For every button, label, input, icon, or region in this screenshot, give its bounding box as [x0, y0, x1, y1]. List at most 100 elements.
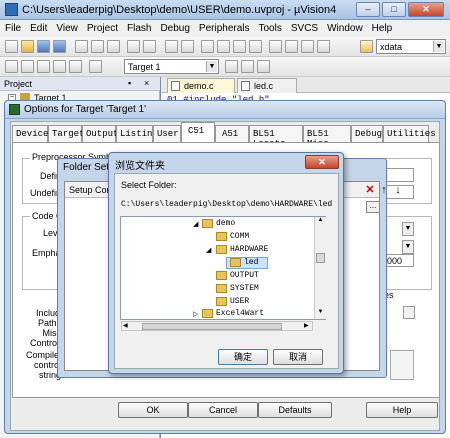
- ellipsis-button[interactable]: ...: [366, 201, 380, 213]
- expand-icon[interactable]: ◢: [206, 246, 211, 254]
- scroll-up-icon[interactable]: ▲: [316, 217, 325, 226]
- tree-item-system[interactable]: SYSTEM: [230, 284, 259, 293]
- translate-icon[interactable]: [5, 60, 18, 73]
- tab-led-c[interactable]: led.c: [237, 78, 297, 93]
- build-icon[interactable]: [21, 60, 34, 73]
- chevron-down-icon[interactable]: ▼: [433, 41, 444, 52]
- bookmark-next-icon[interactable]: [233, 40, 246, 53]
- tab-bl51-locate[interactable]: BL51 Locate: [249, 125, 303, 149]
- chevron-down-icon[interactable]: ▼: [402, 222, 414, 236]
- tree-item-comm[interactable]: COMM: [230, 232, 249, 241]
- browse-cancel-button[interactable]: 取消: [273, 349, 323, 365]
- delete-icon[interactable]: ✕: [364, 184, 376, 196]
- tree-item-user[interactable]: USER: [230, 297, 249, 306]
- target-select[interactable]: Target 1 ▼: [124, 59, 219, 74]
- undo-icon[interactable]: [127, 40, 140, 53]
- menu-flash[interactable]: Flash: [122, 20, 155, 34]
- scroll-down-icon[interactable]: ▼: [316, 309, 325, 318]
- tree-scrollbar[interactable]: ▲ ▼: [314, 217, 326, 319]
- expand-icon[interactable]: ◢: [193, 220, 198, 228]
- manage-components-icon[interactable]: [241, 60, 254, 73]
- navigate-forward-icon[interactable]: [181, 40, 194, 53]
- compiler-control-label: Compiler control string: [26, 350, 63, 380]
- comment-icon[interactable]: [301, 40, 314, 53]
- folder-setup-title: Folder Setu: [63, 162, 115, 173]
- copy-icon[interactable]: [91, 40, 104, 53]
- browse-ok-button[interactable]: 确定: [218, 349, 268, 365]
- tab-c51[interactable]: C51: [181, 122, 215, 142]
- move-up-icon[interactable]: ↑: [378, 184, 390, 196]
- tab-demo-c[interactable]: demo.c: [167, 78, 235, 93]
- tree-item-led[interactable]: led: [244, 258, 258, 267]
- find-combo[interactable]: xdata ▼: [376, 39, 446, 54]
- tree-item-output[interactable]: OUTPUT: [230, 271, 259, 280]
- navigate-back-icon[interactable]: [165, 40, 178, 53]
- menu-file[interactable]: File: [0, 20, 25, 34]
- find-in-files-icon[interactable]: [360, 40, 373, 53]
- redo-icon[interactable]: [143, 40, 156, 53]
- menu-project[interactable]: Project: [82, 20, 122, 34]
- tab-utilities[interactable]: Utilities: [383, 125, 436, 142]
- menu-edit[interactable]: Edit: [25, 20, 51, 34]
- menu-view[interactable]: View: [51, 20, 82, 34]
- scroll-thumb[interactable]: [316, 253, 325, 263]
- menu-svcs[interactable]: SVCS: [286, 20, 322, 34]
- download-icon[interactable]: [89, 60, 102, 73]
- target-options-icon[interactable]: [225, 60, 238, 73]
- scroll-right-icon[interactable]: ▶: [304, 322, 309, 329]
- close-icon[interactable]: ✕: [305, 155, 339, 169]
- chevron-down-icon[interactable]: ▼: [206, 61, 217, 72]
- bookmark-clear-icon[interactable]: [249, 40, 262, 53]
- folder-icon: [216, 245, 227, 254]
- paste-icon[interactable]: [107, 40, 120, 53]
- pack-installer-icon[interactable]: [257, 60, 270, 73]
- save-icon[interactable]: [37, 40, 50, 53]
- tab-listing[interactable]: Listing: [116, 125, 158, 142]
- save-all-icon[interactable]: [53, 40, 66, 53]
- close-button[interactable]: ✕: [408, 2, 444, 17]
- maximize-button[interactable]: □: [382, 2, 406, 17]
- menu-window[interactable]: Window: [322, 20, 367, 34]
- tab-a51[interactable]: A51: [215, 125, 249, 142]
- tree-item-excel4wart[interactable]: Excel4Wart: [216, 309, 264, 318]
- collapse-icon[interactable]: ▷: [193, 310, 198, 318]
- close-icon[interactable]: ×: [144, 78, 149, 88]
- uncomment-icon[interactable]: [317, 40, 330, 53]
- chevron-down-icon[interactable]: ▼: [402, 240, 414, 254]
- new-file-icon[interactable]: [5, 40, 18, 53]
- minimize-button[interactable]: –: [356, 2, 380, 17]
- tree-item-demo[interactable]: demo: [216, 219, 235, 228]
- ok-button[interactable]: OK: [118, 402, 188, 418]
- menu-peripherals[interactable]: Peripherals: [194, 20, 254, 34]
- rebuild-icon[interactable]: [37, 60, 50, 73]
- move-down-icon[interactable]: ↓: [392, 184, 404, 196]
- tab-bl51-misc[interactable]: BL51 Misc: [303, 125, 351, 149]
- defaults-button[interactable]: Defaults: [258, 402, 332, 418]
- unindent-icon[interactable]: [285, 40, 298, 53]
- app-title-bar: C:\Users\leaderpig\Desktop\demo\USER\dem…: [0, 0, 450, 20]
- open-folder-icon[interactable]: [21, 40, 34, 53]
- stop-build-icon[interactable]: [69, 60, 82, 73]
- pin-icon[interactable]: ▪: [128, 78, 131, 88]
- tree-hscrollbar[interactable]: ◀ ▶: [121, 321, 313, 331]
- tab-user[interactable]: User: [153, 125, 181, 142]
- menu-help[interactable]: Help: [367, 20, 397, 34]
- cut-icon[interactable]: [75, 40, 88, 53]
- menu-debug[interactable]: Debug: [155, 20, 193, 34]
- menu-tools[interactable]: Tools: [254, 20, 286, 34]
- tab-output[interactable]: Output: [82, 125, 118, 142]
- tree-item-hardware[interactable]: HARDWARE: [230, 245, 268, 254]
- right-value-field[interactable]: 000: [384, 254, 414, 267]
- cancel-button[interactable]: Cancel: [188, 402, 258, 418]
- tab-debug[interactable]: Debug: [351, 125, 383, 142]
- scroll-left-icon[interactable]: ◀: [123, 322, 128, 329]
- help-button[interactable]: Help: [366, 402, 438, 418]
- bookmark-icon[interactable]: [201, 40, 214, 53]
- tab-target[interactable]: Target: [48, 125, 84, 142]
- bookmark-prev-icon[interactable]: [217, 40, 230, 53]
- batch-build-icon[interactable]: [53, 60, 66, 73]
- browse-button[interactable]: [403, 306, 415, 319]
- tab-device[interactable]: Device: [12, 125, 48, 142]
- hscroll-thumb[interactable]: [142, 323, 282, 330]
- indent-icon[interactable]: [269, 40, 282, 53]
